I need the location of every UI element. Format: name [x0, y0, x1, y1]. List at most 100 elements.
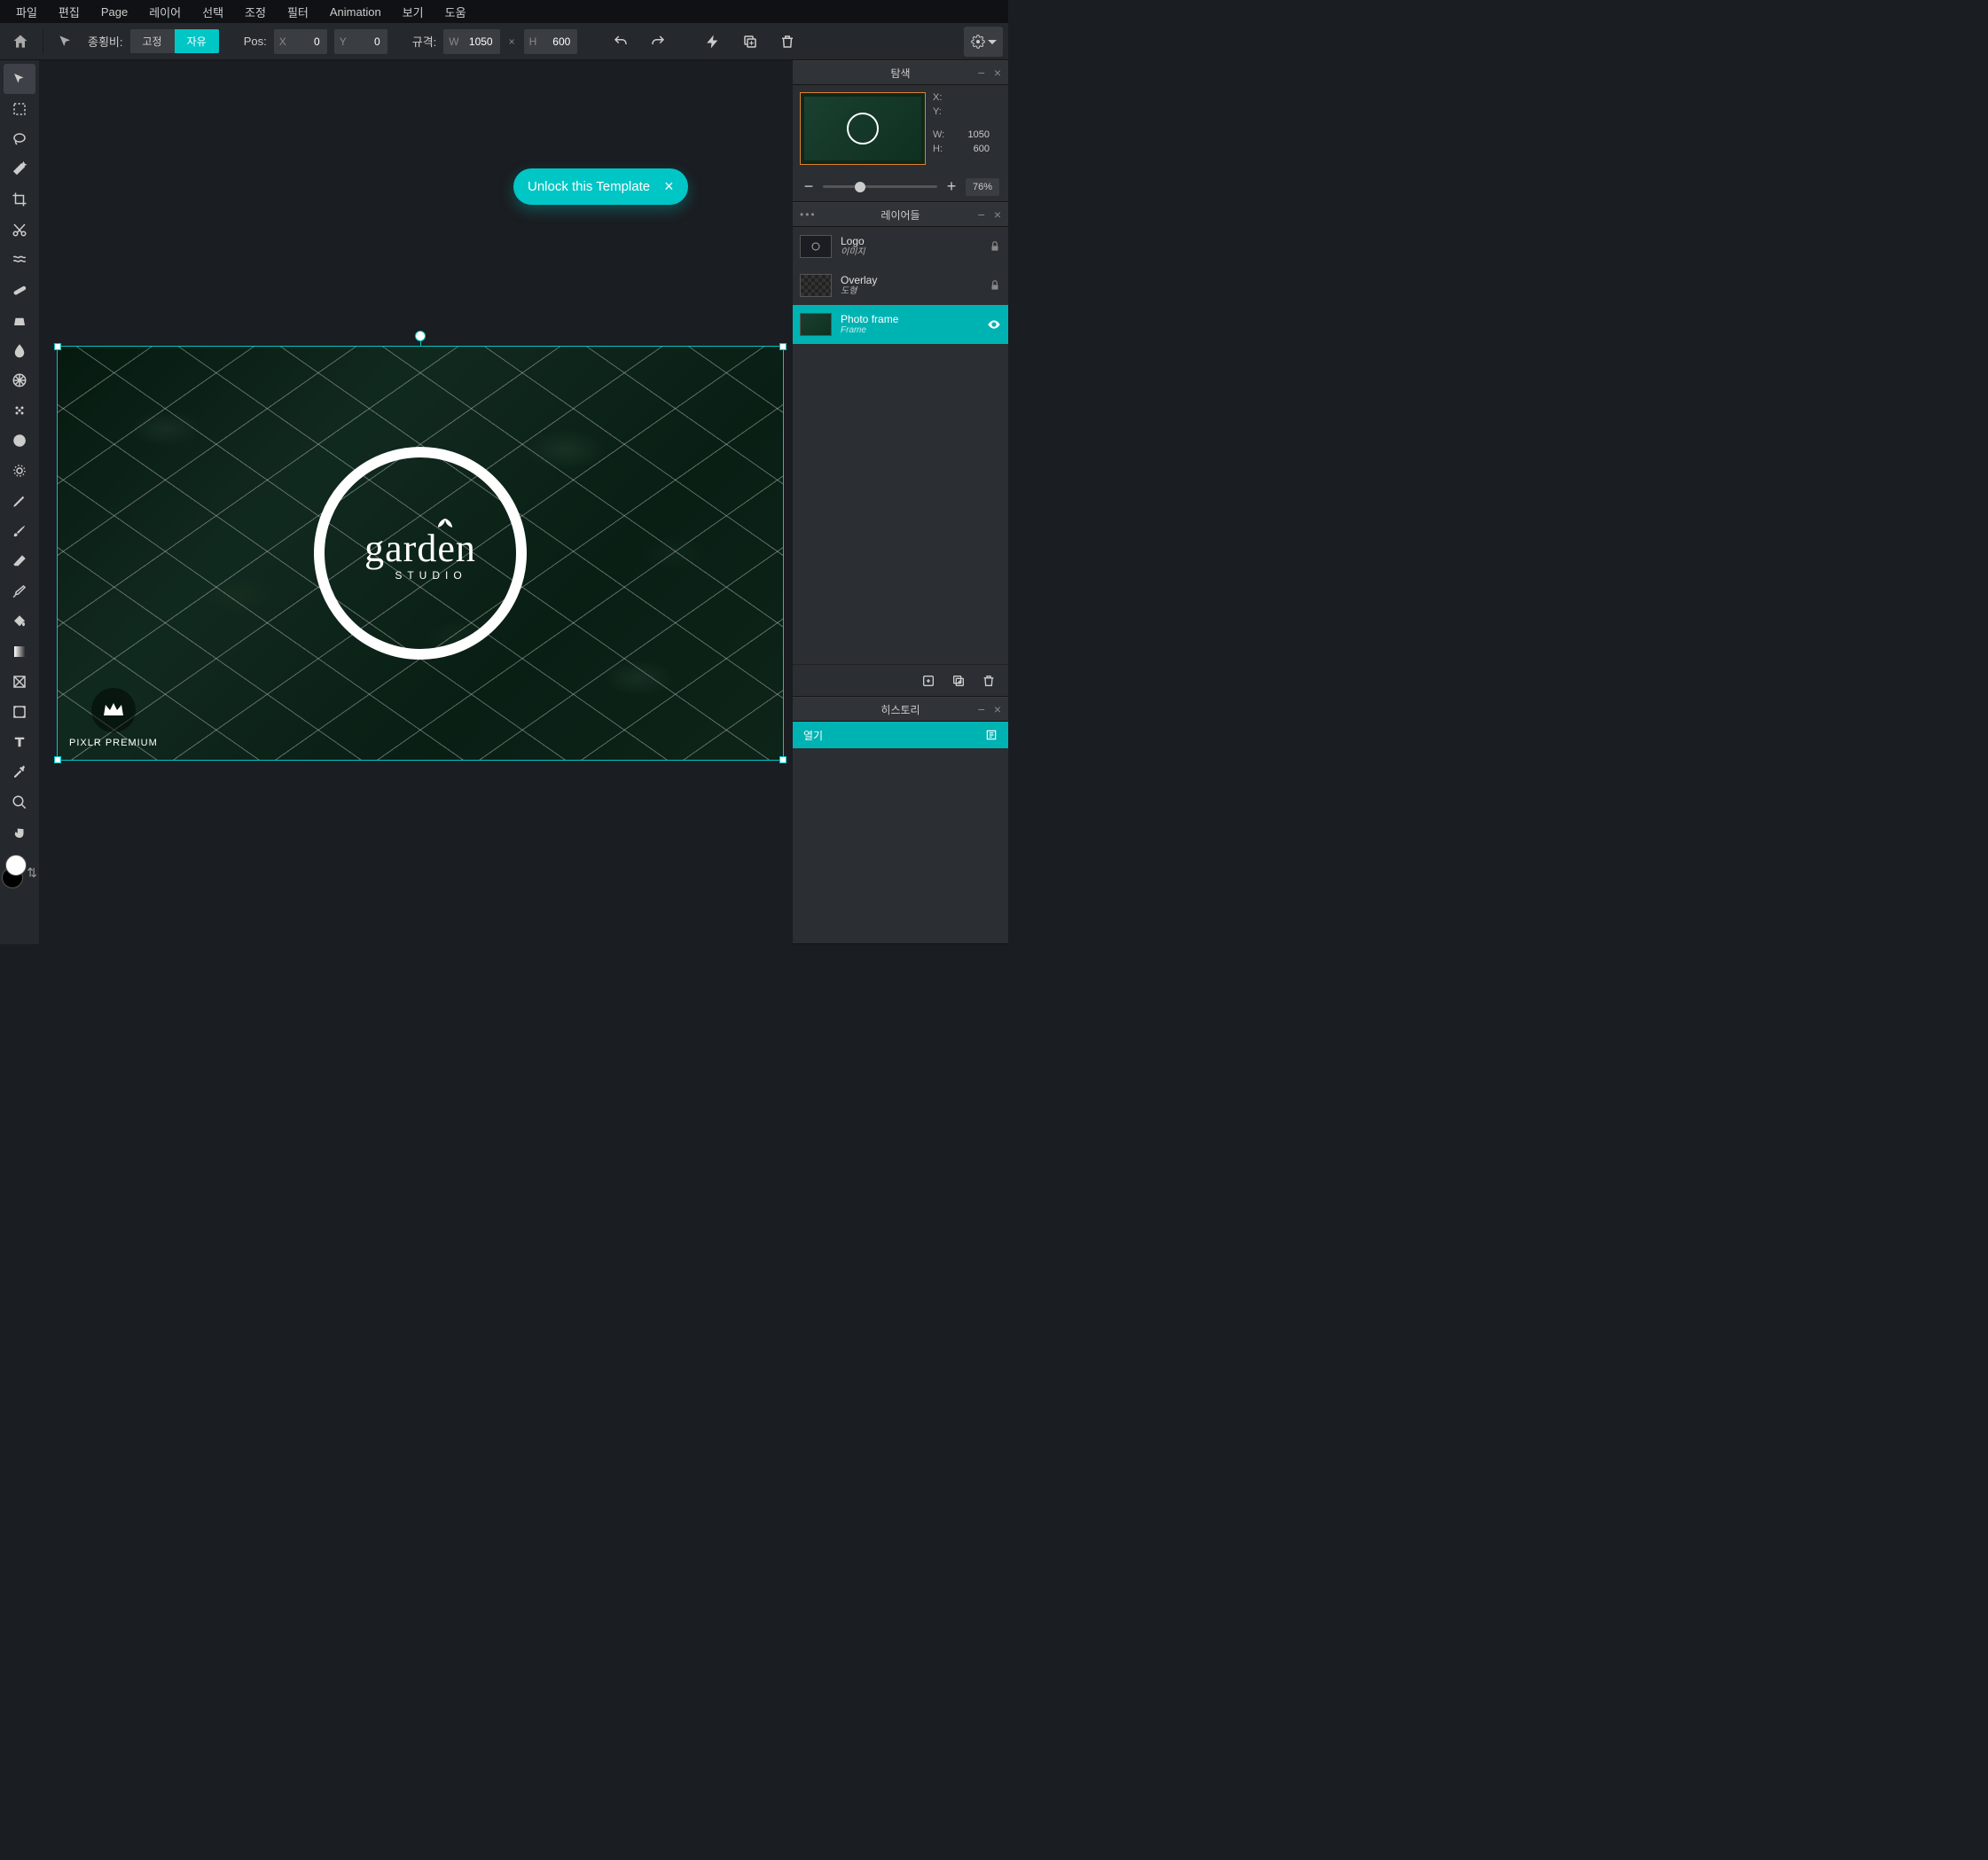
clone-tool[interactable]: [4, 305, 35, 335]
navigator-thumbnail[interactable]: [800, 92, 926, 165]
lock-icon[interactable]: [989, 240, 1001, 253]
layer-row-overlay[interactable]: Overlay도형: [793, 266, 1008, 305]
zoom-tool[interactable]: [4, 787, 35, 817]
width-field[interactable]: W 1050: [443, 29, 499, 54]
canvas-workspace[interactable]: Unlock this Template × garden STUDIO PIX…: [39, 60, 793, 944]
smudge-tool[interactable]: [4, 365, 35, 395]
premium-badge: PIXLR PREMIUM: [69, 688, 158, 748]
zoom-slider[interactable]: [823, 185, 937, 188]
menu-layer[interactable]: 레이어: [138, 4, 192, 20]
color-swatches: ⇅: [0, 855, 39, 897]
zoom-out-button[interactable]: −: [802, 177, 816, 196]
replace-color-tool[interactable]: [4, 576, 35, 606]
gradient-tool[interactable]: [4, 637, 35, 667]
menu-animation[interactable]: Animation: [319, 5, 392, 19]
options-bar: 종횡비: 고정 자유 Pos: X 0 Y 0 규격: W 1050 × H 6…: [0, 23, 1008, 60]
dodge-tool[interactable]: [4, 426, 35, 456]
unlock-template-pill[interactable]: Unlock this Template ×: [513, 168, 688, 205]
canvas[interactable]: garden STUDIO PIXLR PREMIUM: [57, 346, 784, 761]
temperature-tool[interactable]: [4, 456, 35, 486]
sponge-tool[interactable]: [4, 395, 35, 426]
layer-row-photo-frame[interactable]: Photo frameFrame: [793, 305, 1008, 344]
crop-tool[interactable]: [4, 184, 35, 215]
minimize-icon[interactable]: −: [974, 702, 989, 716]
pos-x-field[interactable]: X 0: [274, 29, 327, 54]
brush-tool[interactable]: [4, 516, 35, 546]
redo-button[interactable]: [643, 27, 673, 57]
duplicate-button[interactable]: [735, 27, 765, 57]
close-icon[interactable]: ×: [664, 177, 674, 196]
minimize-icon[interactable]: −: [974, 207, 989, 222]
minimize-icon[interactable]: −: [974, 66, 989, 80]
lasso-tool[interactable]: [4, 124, 35, 154]
zoom-value[interactable]: 76%: [966, 178, 999, 196]
zoom-slider-thumb[interactable]: [855, 182, 865, 192]
aspect-free-button[interactable]: 자유: [175, 29, 219, 53]
delete-layer-button[interactable]: [978, 670, 999, 692]
panel-menu-icon[interactable]: •••: [800, 208, 817, 221]
menu-view[interactable]: 보기: [392, 4, 434, 20]
layers-list: Logo이미지 Overlay도형 Photo frameFrame: [793, 227, 1008, 664]
close-icon[interactable]: ×: [990, 702, 1005, 716]
pen-tool[interactable]: [4, 486, 35, 516]
zoom-in-button[interactable]: +: [944, 177, 959, 196]
hand-tool[interactable]: [4, 817, 35, 848]
wand-tool[interactable]: [4, 154, 35, 184]
liquify-tool[interactable]: [4, 245, 35, 275]
add-layer-button[interactable]: [918, 670, 939, 692]
menu-help[interactable]: 도움: [434, 4, 477, 20]
zoom-control: − + 76%: [793, 172, 1008, 201]
arrange-tool[interactable]: [4, 64, 35, 94]
color-picker-tool[interactable]: [4, 757, 35, 787]
frame-tool[interactable]: [4, 697, 35, 727]
menu-filter[interactable]: 필터: [277, 4, 319, 20]
cut-tool[interactable]: [4, 215, 35, 245]
eraser-tool[interactable]: [4, 546, 35, 576]
arrange-tool-icon[interactable]: [51, 27, 81, 57]
aspect-toggle: 고정 자유: [130, 29, 219, 53]
pos-y-field[interactable]: Y 0: [334, 29, 387, 54]
aspect-fixed-button[interactable]: 고정: [130, 29, 175, 53]
history-state-icon: [985, 729, 998, 741]
menu-adjust[interactable]: 조정: [234, 4, 277, 20]
foreground-color[interactable]: [5, 855, 27, 876]
blur-tool[interactable]: [4, 335, 35, 365]
tools-sidebar: ⇅: [0, 60, 39, 944]
height-field[interactable]: H 600: [524, 29, 578, 54]
menubar: 파일 편집 Page 레이어 선택 조정 필터 Animation 보기 도움: [0, 0, 1008, 23]
history-item-open[interactable]: 열기: [793, 722, 1008, 748]
pos-y-value[interactable]: 0: [352, 35, 387, 48]
delete-button[interactable]: [772, 27, 802, 57]
menu-edit[interactable]: 편집: [48, 4, 90, 20]
menu-file[interactable]: 파일: [5, 4, 48, 20]
fill-tool[interactable]: [4, 606, 35, 637]
undo-button[interactable]: [606, 27, 636, 57]
home-icon[interactable]: [5, 27, 35, 57]
pos-x-value[interactable]: 0: [292, 35, 327, 48]
marquee-tool[interactable]: [4, 94, 35, 124]
menu-select[interactable]: 선택: [192, 4, 234, 20]
visibility-icon[interactable]: [987, 317, 1001, 332]
logo-subtext: STUDIO: [395, 569, 466, 582]
logo-text: garden: [364, 526, 476, 571]
heal-tool[interactable]: [4, 275, 35, 305]
swap-colors-icon[interactable]: ⇅: [27, 865, 37, 880]
menu-page[interactable]: Page: [90, 5, 138, 19]
w-label: W: [443, 35, 464, 48]
duplicate-layer-button[interactable]: [948, 670, 969, 692]
close-icon[interactable]: ×: [990, 207, 1005, 222]
shape-tool[interactable]: [4, 667, 35, 697]
h-value[interactable]: 600: [542, 35, 577, 48]
size-label: 규격:: [412, 33, 437, 50]
text-tool[interactable]: [4, 727, 35, 757]
layer-row-logo[interactable]: Logo이미지: [793, 227, 1008, 266]
close-icon[interactable]: ×: [990, 66, 1005, 80]
ai-enhance-button[interactable]: [698, 27, 728, 57]
rotate-handle[interactable]: [415, 331, 426, 341]
settings-dropdown[interactable]: [964, 27, 1003, 57]
w-value[interactable]: 1050: [465, 35, 500, 48]
leaf-icon: [436, 517, 454, 529]
h-label: H: [524, 35, 543, 48]
lock-icon[interactable]: [989, 279, 1001, 292]
pos-x-label: X: [274, 35, 292, 48]
